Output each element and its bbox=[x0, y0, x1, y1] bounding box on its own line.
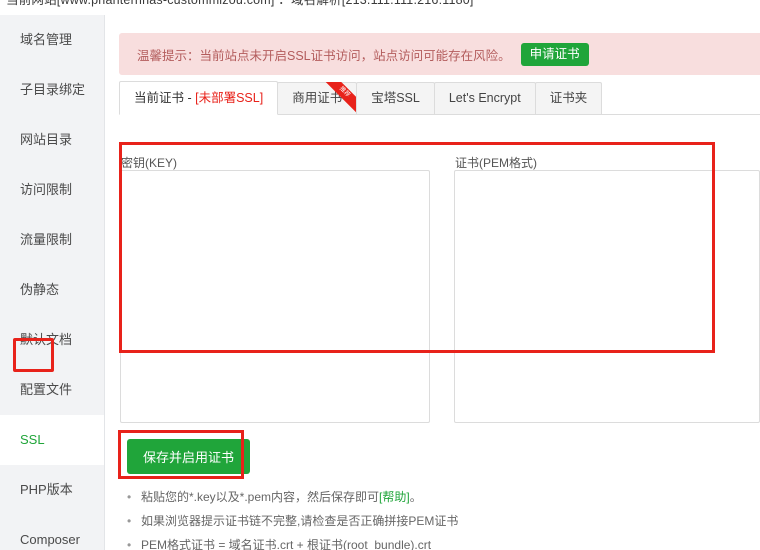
tab-current-certificate[interactable]: 当前证书 - [未部署SSL] bbox=[119, 81, 279, 115]
sidebar-item-composer[interactable]: Composer bbox=[0, 515, 104, 550]
certificate-tabs: 当前证书 - [未部署SSL] 商用证书 推荐 宝塔SSL Let's Encr… bbox=[119, 81, 760, 115]
pem-field-label: 证书(PEM格式) bbox=[455, 156, 537, 170]
tip-3-text: PEM格式证书 = 域名证书.crt + 根证书(root_bundle).cr… bbox=[141, 538, 432, 550]
sidebar-item-site-directory[interactable]: 网站目录 bbox=[0, 115, 104, 165]
certificate-pem-input[interactable] bbox=[454, 170, 760, 423]
list-item: 粘贴您的*.key以及*.pem内容，然后保存即可[帮助]。 bbox=[125, 485, 755, 509]
tips-list: 粘贴您的*.key以及*.pem内容，然后保存即可[帮助]。 如果浏览器提示证书… bbox=[125, 485, 755, 550]
page-header-line: 当前网站[www.phanterhnas-custommizou.com] ．域… bbox=[6, 0, 474, 7]
apply-certificate-button[interactable]: 申请证书 bbox=[520, 42, 589, 66]
tab-bt-ssl[interactable]: 宝塔SSL bbox=[356, 82, 435, 114]
sidebar-item-subdir-binding[interactable]: 子目录绑定 bbox=[0, 65, 104, 115]
list-item: PEM格式证书 = 域名证书.crt + 根证书(root_bundle).cr… bbox=[125, 533, 755, 550]
tip-1-text: 粘贴您的*.key以及*.pem内容，然后保存即可 bbox=[141, 490, 380, 504]
ssl-settings-panel: 当前网站[www.phanterhnas-custommizou.com] ．域… bbox=[0, 0, 760, 550]
list-item: 如果浏览器提示证书链不完整,请检查是否正确拼接PEM证书 bbox=[125, 509, 755, 533]
sidebar: 域名管理 子目录绑定 网站目录 访问限制 流量限制 伪静态 默认文档 配置文件 … bbox=[0, 15, 105, 550]
sidebar-item-traffic-limit[interactable]: 流量限制 bbox=[0, 215, 104, 265]
save-and-enable-certificate-button[interactable]: 保存并启用证书 bbox=[127, 439, 251, 474]
ssl-warning-alert: 温馨提示：当前站点未开启SSL证书访问，站点访问可能存在风险。 申请证书 bbox=[119, 33, 760, 75]
alert-message: 温馨提示：当前站点未开启SSL证书访问，站点访问可能存在风险。 bbox=[137, 48, 511, 63]
tip-1-suffix: 。 bbox=[409, 490, 422, 504]
sidebar-item-php-version[interactable]: PHP版本 bbox=[0, 465, 104, 515]
tab-current-certificate-label: 当前证书 - bbox=[134, 91, 196, 105]
private-key-input[interactable] bbox=[120, 170, 430, 423]
key-field-label: 密钥(KEY) bbox=[121, 156, 178, 170]
sidebar-item-access-limit[interactable]: 访问限制 bbox=[0, 165, 104, 215]
help-link[interactable]: [帮助] bbox=[379, 490, 410, 504]
tab-commercial-certificate[interactable]: 商用证书 推荐 bbox=[277, 82, 358, 115]
sidebar-item-rewrite[interactable]: 伪静态 bbox=[0, 265, 104, 315]
tab-certificate-folder[interactable]: 证书夹 bbox=[534, 82, 603, 114]
sidebar-item-default-document[interactable]: 默认文档 bbox=[0, 315, 104, 365]
tip-2-text: 如果浏览器提示证书链不完整,请检查是否正确拼接PEM证书 bbox=[141, 514, 459, 528]
main-content: 温馨提示：当前站点未开启SSL证书访问，站点访问可能存在风险。 申请证书 当前证… bbox=[105, 15, 760, 550]
sidebar-item-config-file[interactable]: 配置文件 bbox=[0, 365, 104, 415]
sidebar-item-ssl[interactable]: SSL bbox=[0, 415, 104, 465]
tab-commercial-certificate-label: 商用证书 bbox=[292, 91, 343, 105]
tab-lets-encrypt[interactable]: Let's Encrypt bbox=[433, 82, 536, 114]
tab-current-certificate-status: [未部署SSL] bbox=[195, 91, 264, 105]
sidebar-item-domain-management[interactable]: 域名管理 bbox=[0, 15, 104, 65]
